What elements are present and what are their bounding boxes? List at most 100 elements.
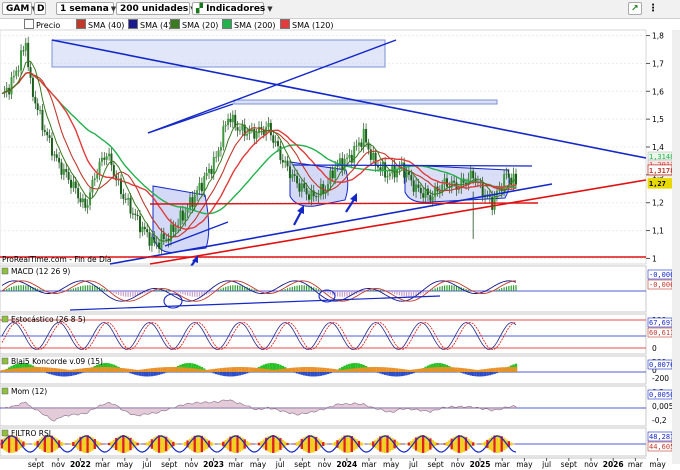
candle-body <box>139 216 142 233</box>
macd-histogram-bar <box>120 291 122 296</box>
rsi-filter-bar <box>124 435 127 453</box>
candle-body <box>86 205 89 208</box>
koncorde-orange-bar <box>362 367 365 372</box>
rsi-filter-bar <box>174 443 177 445</box>
macd-histogram-bar <box>510 285 512 291</box>
y-tick-label: 1,7 <box>652 59 664 68</box>
macd-histogram-bar <box>446 285 448 291</box>
koncorde-orange-bar <box>5 369 8 372</box>
macd-histogram-bar <box>115 291 117 295</box>
koncorde-blue-bar <box>214 372 218 375</box>
macd-histogram-bar <box>503 287 505 291</box>
x-tick-label: 2024 <box>336 460 357 469</box>
candle-body <box>300 183 303 192</box>
macd-histogram-bar <box>289 287 291 291</box>
koncorde-orange-bar <box>46 367 49 372</box>
macd-histogram-bar <box>232 285 234 291</box>
koncorde-orange-bar <box>417 368 420 372</box>
koncorde-orange-bar <box>162 367 166 372</box>
koncorde-orange-bar <box>17 367 20 372</box>
candle-body <box>36 103 39 111</box>
koncorde-blue-bar <box>229 372 232 377</box>
macd-histogram-bar <box>360 291 362 293</box>
koncorde-blue-bar <box>138 372 142 376</box>
rsi-filter-bar <box>381 435 384 453</box>
koncorde-blue-bar <box>248 372 251 373</box>
rsi-filter-bar <box>62 443 66 445</box>
indicator-panel-mom[interactable]: Mom (12)0,20,0050-0,20,0050 <box>0 385 678 427</box>
koncorde-orange-bar <box>79 368 82 372</box>
macd-histogram-bar <box>234 285 236 291</box>
rsi-filter-bar <box>348 435 351 453</box>
candle-body <box>246 133 249 136</box>
macd-histogram-bar <box>432 289 434 291</box>
candle-body <box>184 212 187 221</box>
koncorde-blue-bar <box>412 372 415 374</box>
koncorde-blue-bar <box>474 372 477 377</box>
candle-body <box>255 132 258 139</box>
macd-histogram-bar <box>25 285 27 291</box>
vertical-scrollbar[interactable] <box>672 30 680 464</box>
koncorde-orange-bar <box>60 368 63 372</box>
indicator-panel-macd[interactable]: MACD (12 26 9) -0,0006-0,0063 <box>0 265 679 313</box>
rsi-filter-bar <box>86 435 89 453</box>
koncorde-orange-bar <box>436 367 439 372</box>
macd-histogram-bar <box>317 289 320 291</box>
macd-histogram-bar <box>127 291 129 297</box>
koncorde-orange-bar <box>500 367 503 372</box>
koncorde-orange-bar <box>181 367 185 372</box>
koncorde-blue-bar <box>386 372 389 376</box>
rsi-filter-bar <box>407 442 411 446</box>
indicator-panel-koncorde[interactable]: Blai5 Koncorde v.09 (15)2000-2000,0076 <box>0 355 674 385</box>
macd-histogram-bar <box>191 291 193 297</box>
koncorde-blue-bar <box>231 372 235 377</box>
candle-body <box>91 180 94 193</box>
rsi-filter-bar <box>100 443 104 445</box>
koncorde-orange-bar <box>112 367 116 372</box>
macd-histogram-bar <box>41 290 44 291</box>
macd-histogram-bar <box>265 291 267 293</box>
macd-histogram-bar <box>222 287 224 291</box>
price-value-tag: 1,27 <box>647 177 673 189</box>
koncorde-blue-bar <box>145 372 149 377</box>
chart-svg[interactable]: 1,81,71,61,51,41,31,21,11 1,31481,29131,… <box>0 0 680 470</box>
candle-body <box>188 197 191 209</box>
koncorde-blue-bar <box>319 372 323 376</box>
x-tick-label: mar <box>628 460 644 469</box>
svg-text:MACD (12 26 9): MACD (12 26 9) <box>11 267 70 276</box>
candle-body <box>303 183 306 189</box>
koncorde-orange-bar <box>207 369 211 372</box>
koncorde-orange-bar <box>355 368 358 372</box>
koncorde-orange-bar <box>381 367 384 372</box>
koncorde-orange-bar <box>205 369 208 372</box>
candle-body <box>374 152 377 166</box>
indicator-panel-rsi[interactable]: FILTRO RSI 48,287 44,605 <box>0 427 674 457</box>
rsi-filter-bar <box>398 442 401 446</box>
koncorde-blue-bar <box>393 372 396 377</box>
koncorde-blue-bar <box>46 372 49 374</box>
panel-title[interactable]: Blai5 Koncorde v.09 (15) <box>1 357 103 366</box>
koncorde-blue-bar <box>162 372 166 374</box>
rsi-filter-bar <box>483 441 487 447</box>
candle-body <box>77 188 80 199</box>
koncorde-orange-bar <box>471 369 475 372</box>
candle-body <box>143 226 146 230</box>
koncorde-orange-bar <box>281 368 284 372</box>
koncorde-orange-bar <box>155 367 158 372</box>
koncorde-orange-bar <box>467 368 470 372</box>
candle-body <box>136 214 139 217</box>
candle-body <box>381 162 384 171</box>
candle-body <box>108 153 111 157</box>
candle-body <box>198 182 201 191</box>
candle-body <box>84 198 87 208</box>
macd-histogram-bar <box>451 285 453 291</box>
candle-body <box>224 125 227 127</box>
candle-body <box>191 197 194 208</box>
panel-title[interactable]: MACD (12 26 9) <box>1 267 70 276</box>
koncorde-blue-bar <box>226 372 230 377</box>
panel-title[interactable]: Estocástico (26 8 5) <box>1 315 86 324</box>
rsi-filter-bar <box>293 443 296 445</box>
indicator-panel-stoch[interactable]: Estocástico (26 8 5)100067,69760,611 <box>0 313 674 355</box>
macd-histogram-bar <box>70 289 72 291</box>
x-tick-label: mar <box>95 460 111 469</box>
